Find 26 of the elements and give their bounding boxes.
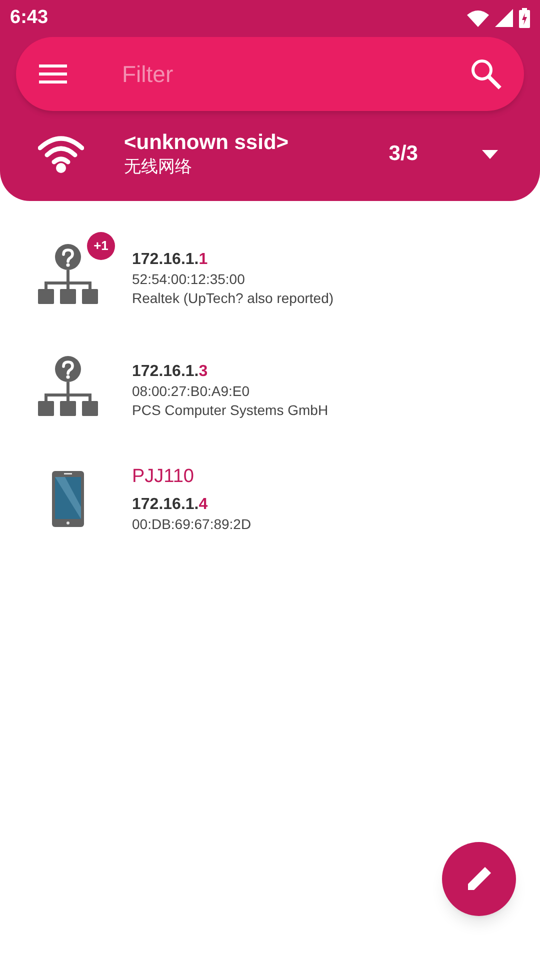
mac-address: 00:DB:69:67:89:2D (132, 514, 252, 534)
menu-icon[interactable] (38, 64, 68, 84)
wifi-icon (38, 135, 84, 173)
ip-address: 172.16.1.1 (132, 250, 209, 270)
count-badge: +1 (87, 232, 115, 260)
cell-signal-icon (495, 9, 513, 27)
network-unknown-icon (35, 355, 101, 419)
vendor-name: PCS Computer Systems GmbH (132, 400, 328, 420)
device-name: PJJ110 (132, 464, 195, 488)
mac-address: 08:00:27:B0:A9:E0 (132, 382, 251, 400)
vendor-name: Realtek (UpTech? also reported) (132, 288, 334, 308)
filter-field[interactable]: Filter (122, 56, 470, 92)
ip-address: 172.16.1.3 (132, 362, 209, 382)
phone-icon (52, 471, 84, 527)
search-bar[interactable]: Filter (16, 37, 524, 111)
dropdown-caret-icon[interactable] (482, 150, 498, 158)
mac-address: 52:54:00:12:35:00 (132, 270, 246, 288)
wifi-signal-icon (467, 10, 489, 26)
pencil-icon (466, 866, 492, 892)
ip-address: 172.16.1.4 (132, 494, 209, 514)
network-type: 无线网络 (124, 156, 193, 178)
network-ssid: <unknown ssid> (124, 130, 289, 156)
status-time: 6:43 (10, 6, 48, 30)
device-count: 3/3 (388, 141, 418, 168)
search-icon[interactable] (470, 58, 502, 90)
battery-icon (519, 8, 530, 28)
